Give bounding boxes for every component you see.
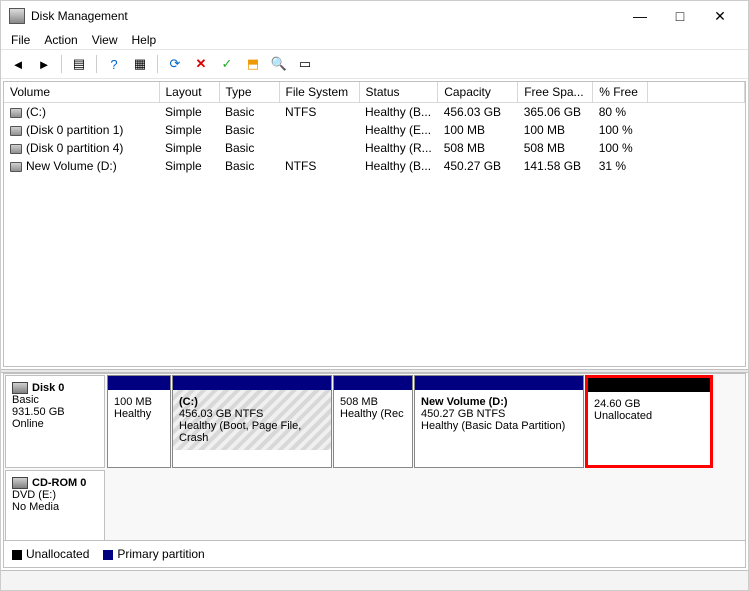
partition-area: 100 MBHealthy(C:)456.03 GB NTFSHealthy (… [107, 375, 744, 468]
volume-icon [10, 162, 22, 172]
partition-bar [415, 376, 583, 390]
partition-box[interactable]: New Volume (D:)450.27 GB NTFSHealthy (Ba… [414, 375, 584, 468]
statusbar [1, 570, 748, 590]
volume-icon [10, 126, 22, 136]
refresh-button[interactable]: ⟳ [164, 53, 186, 75]
menubar: File Action View Help [1, 31, 748, 49]
col-freespace[interactable]: Free Spa... [518, 82, 593, 103]
properties-button[interactable]: ▦ [129, 53, 151, 75]
check-button[interactable]: ✓ [216, 53, 238, 75]
legend-unallocated: Unallocated [12, 547, 89, 561]
partition-bar [588, 378, 710, 392]
volume-list: Volume Layout Type File System Status Ca… [3, 81, 746, 367]
col-volume[interactable]: Volume [4, 82, 159, 103]
disk-header[interactable]: CD-ROM 0DVD (E:)No Media [5, 470, 105, 540]
partition-box[interactable]: (C:)456.03 GB NTFSHealthy (Boot, Page Fi… [172, 375, 332, 468]
col-status[interactable]: Status [359, 82, 438, 103]
list-button[interactable]: ▭ [294, 53, 316, 75]
partition-box[interactable]: 24.60 GBUnallocated [585, 375, 713, 468]
show-hide-button[interactable]: ▤ [68, 53, 90, 75]
col-filesystem[interactable]: File System [279, 82, 359, 103]
menu-view[interactable]: View [92, 33, 118, 47]
disk-icon [12, 382, 28, 394]
partition-bar [108, 376, 170, 390]
search-button[interactable]: 🔍 [268, 53, 290, 75]
partition-box[interactable]: 100 MBHealthy [107, 375, 171, 468]
volume-icon [10, 108, 22, 118]
col-spacer [648, 82, 745, 103]
app-icon [9, 8, 25, 24]
col-layout[interactable]: Layout [159, 82, 219, 103]
forward-button[interactable]: ► [33, 53, 55, 75]
back-button[interactable]: ◄ [7, 53, 29, 75]
titlebar: Disk Management — □ ✕ [1, 1, 748, 31]
disk-graph: Disk 0Basic931.50 GBOnline100 MBHealthy(… [3, 373, 746, 568]
table-row[interactable]: New Volume (D:)SimpleBasicNTFSHealthy (B… [4, 157, 745, 175]
col-capacity[interactable]: Capacity [438, 82, 518, 103]
partition-box[interactable]: 508 MBHealthy (Rec [333, 375, 413, 468]
partition-bar [173, 376, 331, 390]
disk-row: Disk 0Basic931.50 GBOnline100 MBHealthy(… [4, 374, 745, 469]
separator [157, 55, 158, 73]
menu-file[interactable]: File [11, 33, 30, 47]
delete-button[interactable]: ✕ [190, 53, 212, 75]
legend: Unallocated Primary partition [4, 540, 745, 567]
separator [96, 55, 97, 73]
help-button[interactable]: ? [103, 53, 125, 75]
disk-header[interactable]: Disk 0Basic931.50 GBOnline [5, 375, 105, 468]
close-button[interactable]: ✕ [700, 2, 740, 30]
separator [61, 55, 62, 73]
table-row[interactable]: (Disk 0 partition 4)SimpleBasicHealthy (… [4, 139, 745, 157]
col-pctfree[interactable]: % Free [593, 82, 648, 103]
partition-bar [334, 376, 412, 390]
menu-help[interactable]: Help [132, 33, 157, 47]
menu-action[interactable]: Action [44, 33, 77, 47]
column-header-row: Volume Layout Type File System Status Ca… [4, 82, 745, 103]
partition-area [107, 470, 744, 540]
maximize-button[interactable]: □ [660, 2, 700, 30]
table-row[interactable]: (Disk 0 partition 1)SimpleBasicHealthy (… [4, 121, 745, 139]
volume-icon [10, 144, 22, 154]
minimize-button[interactable]: — [620, 2, 660, 30]
legend-primary: Primary partition [103, 547, 204, 561]
table-row[interactable]: (C:)SimpleBasicNTFSHealthy (B...456.03 G… [4, 103, 745, 122]
col-type[interactable]: Type [219, 82, 279, 103]
new-button[interactable]: ⬒ [242, 53, 264, 75]
window-title: Disk Management [31, 9, 620, 23]
disk-icon [12, 477, 28, 489]
disk-row: CD-ROM 0DVD (E:)No Media [4, 469, 745, 540]
toolbar: ◄ ► ▤ ? ▦ ⟳ ✕ ✓ ⬒ 🔍 ▭ [1, 49, 748, 79]
